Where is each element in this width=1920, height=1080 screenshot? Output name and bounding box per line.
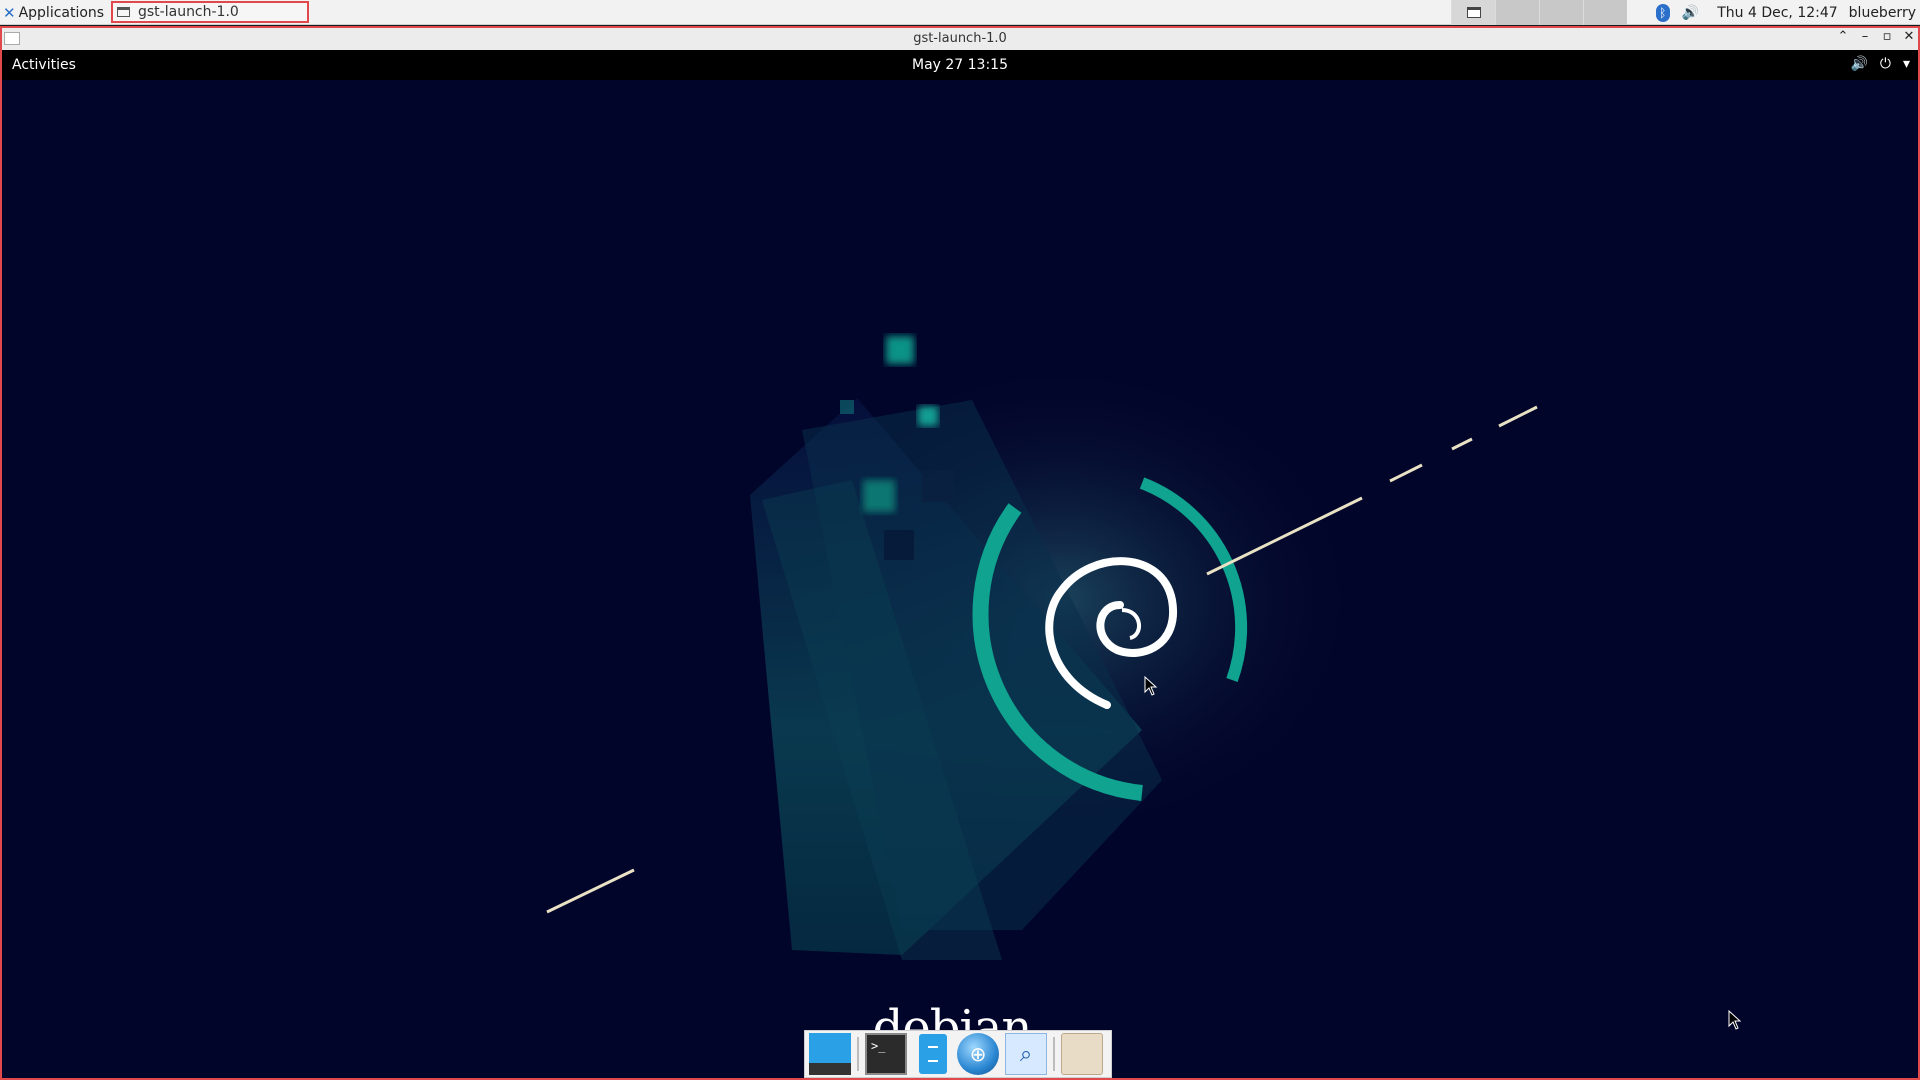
files-launcher[interactable] [919, 1034, 947, 1074]
search-launcher[interactable]: ⌕ [1005, 1033, 1047, 1075]
mouse-cursor-icon [1728, 1010, 1742, 1030]
close-icon[interactable]: ✕ [1902, 29, 1916, 44]
search-icon: ⌕ [1019, 1041, 1033, 1067]
terminal-icon: >_ [871, 1039, 886, 1053]
file-manager-launcher[interactable] [1061, 1033, 1103, 1075]
terminal-launcher[interactable]: >_ [865, 1033, 907, 1075]
workspace-4[interactable] [1583, 0, 1627, 25]
dock-separator [857, 1037, 859, 1071]
host-clock[interactable]: Thu 4 Dec, 12:47 [1717, 5, 1837, 21]
show-desktop-button[interactable] [809, 1033, 851, 1075]
desktop-icon [809, 1063, 851, 1075]
dock: >_ ⊕ ⌕ [804, 1030, 1112, 1078]
user-name[interactable]: blueberry [1849, 5, 1916, 21]
minimize-icon[interactable]: – [1858, 29, 1872, 44]
window-title: gst-launch-1.0 [913, 31, 1007, 46]
gnome-status-menu[interactable]: 🔊 ⏻ ▾ [1850, 56, 1910, 72]
chevron-down-icon: ▾ [1902, 56, 1910, 72]
window-icon [117, 7, 130, 17]
applications-label: Applications [18, 4, 105, 21]
gst-launch-window: gst-launch-1.0 ⌃ – ▫ ✕ Activities May 27… [0, 26, 1920, 1080]
window-thumbnail-icon [1466, 7, 1481, 18]
mouse-cursor-icon [1144, 676, 1158, 696]
system-tray: ᛒ 🔊 Thu 4 Dec, 12:47 blueberry [1655, 0, 1920, 25]
volume-icon[interactable]: 🔊 [1682, 5, 1699, 21]
window-controls: ⌃ – ▫ ✕ [1836, 29, 1916, 44]
volume-icon: 🔊 [1850, 56, 1868, 72]
guest-desktop: Activities May 27 13:15 🔊 ⏻ ▾ debian [2, 50, 1918, 1078]
file-line-icon [928, 1060, 938, 1062]
window-titlebar[interactable]: gst-launch-1.0 ⌃ – ▫ ✕ [2, 28, 1918, 51]
globe-icon: ⊕ [969, 1042, 987, 1066]
host-top-panel: ✕ Applications ⋮ gst-launch-1.0 ᛒ 🔊 Thu … [0, 0, 1920, 25]
xfce-logo-icon: ✕ [3, 3, 16, 22]
file-line-icon [928, 1046, 938, 1048]
shade-icon[interactable]: ⌃ [1836, 29, 1850, 44]
power-icon: ⏻ [1879, 56, 1891, 72]
wallpaper [2, 80, 1918, 1078]
workspace-3[interactable] [1539, 0, 1583, 25]
bluetooth-icon[interactable]: ᛒ [1655, 3, 1670, 22]
taskbar-item-gst-launch[interactable]: gst-launch-1.0 [111, 1, 309, 23]
workspace-switcher [1451, 0, 1627, 25]
gnome-clock[interactable]: May 27 13:15 [2, 57, 1918, 73]
workspace-1[interactable] [1451, 0, 1495, 25]
web-browser-launcher[interactable]: ⊕ [957, 1033, 999, 1075]
dock-separator [1053, 1037, 1055, 1071]
workspace-2[interactable] [1495, 0, 1539, 25]
gnome-top-bar: Activities May 27 13:15 🔊 ⏻ ▾ [2, 50, 1918, 80]
taskbar-item-label: gst-launch-1.0 [138, 4, 239, 20]
maximize-icon[interactable]: ▫ [1880, 29, 1894, 44]
applications-menu[interactable]: ✕ Applications ⋮ [0, 0, 119, 25]
